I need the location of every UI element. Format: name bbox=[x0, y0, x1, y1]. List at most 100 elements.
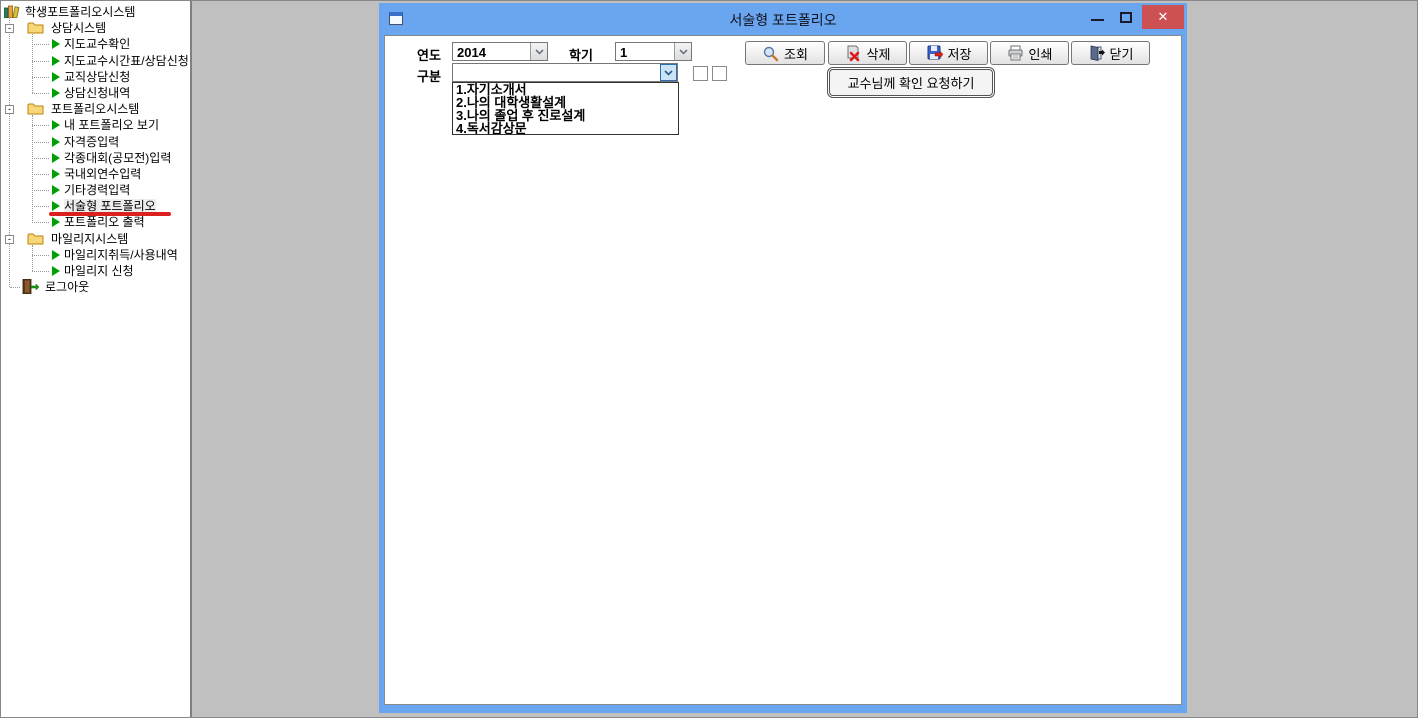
tree-guide-line bbox=[32, 44, 49, 45]
tree-item-label: 로그아웃 bbox=[45, 280, 89, 294]
tree-item-label: 교직상담신청 bbox=[64, 70, 130, 84]
expand-collapse-toggle[interactable]: - bbox=[5, 105, 14, 114]
tree-leaf-arrow-icon bbox=[52, 39, 60, 49]
tree-item-label: 마일리지 신청 bbox=[64, 264, 134, 278]
save-icon bbox=[926, 45, 943, 62]
save-button-label: 저장 bbox=[948, 44, 972, 63]
tree-guide-line bbox=[32, 222, 49, 223]
tree-item-label: 내 포트폴리오 보기 bbox=[64, 118, 159, 132]
folder-icon bbox=[27, 103, 44, 118]
tree-item-portfolio-print[interactable]: 포트폴리오 출력 bbox=[1, 214, 190, 230]
sidebar-tree: 학생포트폴리오시스템 - 상담시스템 지도교수확인 지도교수시간표/상담신청 교… bbox=[1, 1, 192, 717]
delete-button-label: 삭제 bbox=[867, 44, 891, 63]
desktop: 학생포트폴리오시스템 - 상담시스템 지도교수확인 지도교수시간표/상담신청 교… bbox=[0, 0, 1418, 718]
tree-item-label: 자격증입력 bbox=[64, 135, 119, 149]
tree-item-label: 포트폴리오시스템 bbox=[51, 102, 139, 116]
dropdown-option[interactable]: 4.독서감상문 bbox=[453, 122, 678, 135]
tree-item-counsel-request-history[interactable]: 상담신청내역 bbox=[1, 85, 190, 101]
tree-guide-line bbox=[32, 61, 49, 62]
window-content: 연도 학기 구분 2014 1 bbox=[384, 35, 1182, 705]
tree-item-label: 학생포트폴리오시스템 bbox=[25, 5, 135, 19]
tree-item-label: 상담신청내역 bbox=[64, 86, 130, 100]
year-select[interactable]: 2014 bbox=[452, 42, 548, 61]
category-select[interactable] bbox=[452, 63, 678, 82]
save-button[interactable]: 저장 bbox=[909, 41, 988, 65]
chevron-down-icon[interactable] bbox=[530, 43, 547, 60]
window-titlebar[interactable]: 서술형 포트폴리오 ✕ bbox=[379, 3, 1187, 35]
tree-leaf-arrow-icon bbox=[52, 72, 60, 82]
tree-leaf-arrow-icon bbox=[52, 169, 60, 179]
tree-guide-line bbox=[32, 206, 49, 207]
tree-item-label: 포트폴리오 출력 bbox=[64, 215, 145, 229]
semester-select[interactable]: 1 bbox=[615, 42, 692, 61]
semester-select-value: 1 bbox=[620, 45, 627, 60]
tree-guide-line bbox=[32, 174, 49, 175]
tree-folder-mileage-system[interactable]: - 마일리지시스템 bbox=[1, 231, 190, 247]
tree-item-logout[interactable]: 로그아웃 bbox=[1, 279, 190, 295]
print-button[interactable]: 인쇄 bbox=[990, 41, 1069, 65]
tree-guide-line bbox=[32, 93, 49, 94]
tree-leaf-arrow-icon bbox=[52, 120, 60, 130]
request-professor-confirm-label: 교수님께 확인 요청하기 bbox=[848, 76, 975, 91]
expand-collapse-toggle[interactable]: - bbox=[5, 24, 14, 33]
tree-guide-line bbox=[32, 158, 49, 159]
tree-leaf-arrow-icon bbox=[52, 266, 60, 276]
tree-item-contest-input[interactable]: 각종대회(공모전)입력 bbox=[1, 150, 190, 166]
tree-leaf-arrow-icon bbox=[52, 88, 60, 98]
tree-item-mileage-request[interactable]: 마일리지 신청 bbox=[1, 263, 190, 279]
tree-root-student-portfolio-system[interactable]: 학생포트폴리오시스템 bbox=[1, 4, 190, 20]
request-professor-confirm-button[interactable]: 교수님께 확인 요청하기 bbox=[829, 69, 993, 96]
tree-item-label: 각종대회(공모전)입력 bbox=[64, 151, 171, 165]
category-dropdown-list: 1.자기소개서 2.나의 대학생활설계 3.나의 졸업 후 진로설계 4.독서감… bbox=[452, 82, 679, 135]
tree-leaf-arrow-icon bbox=[52, 217, 60, 227]
checkbox-1[interactable] bbox=[693, 66, 708, 81]
folder-icon bbox=[27, 22, 44, 37]
semester-label: 학기 bbox=[569, 45, 593, 64]
close-window-button[interactable]: 닫기 bbox=[1071, 41, 1150, 65]
year-select-value: 2014 bbox=[457, 45, 486, 60]
chevron-down-icon[interactable] bbox=[674, 43, 691, 60]
search-button-label: 조회 bbox=[784, 44, 808, 63]
books-icon bbox=[4, 5, 22, 21]
tree-folder-portfolio-system[interactable]: - 포트폴리오시스템 bbox=[1, 101, 190, 117]
tree-guide-line bbox=[32, 125, 49, 126]
close-window-button-label: 닫기 bbox=[1110, 44, 1134, 63]
minimize-icon[interactable] bbox=[1091, 19, 1104, 21]
window-title: 서술형 포트폴리오 bbox=[379, 10, 1187, 30]
tree-item-descriptive-portfolio[interactable]: 서술형 포트폴리오 bbox=[1, 198, 190, 214]
tree-leaf-arrow-icon bbox=[52, 185, 60, 195]
portfolio-window: 서술형 포트폴리오 ✕ 연도 학기 구분 2014 1 bbox=[379, 3, 1187, 713]
tree-guide-line bbox=[32, 255, 49, 256]
print-button-label: 인쇄 bbox=[1029, 44, 1053, 63]
tree-guide-line bbox=[32, 77, 49, 78]
chevron-down-icon[interactable] bbox=[660, 64, 677, 81]
tree-leaf-arrow-icon bbox=[52, 56, 60, 66]
delete-icon bbox=[845, 45, 862, 62]
tree-item-label: 국내외연수입력 bbox=[64, 167, 141, 181]
logout-door-icon bbox=[21, 279, 39, 297]
search-icon bbox=[762, 45, 779, 62]
expand-collapse-toggle[interactable]: - bbox=[5, 235, 14, 244]
tree-item-label: 마일리지취득/사용내역 bbox=[64, 248, 178, 262]
tree-item-training-input[interactable]: 국내외연수입력 bbox=[1, 166, 190, 182]
tree-item-advisor-timetable-counsel[interactable]: 지도교수시간표/상담신청 bbox=[1, 53, 190, 69]
tree-item-teaching-counsel-request[interactable]: 교직상담신청 bbox=[1, 69, 190, 85]
tree-item-label: 지도교수확인 bbox=[64, 37, 130, 51]
tree-item-other-career-input[interactable]: 기타경력입력 bbox=[1, 182, 190, 198]
checkbox-2[interactable] bbox=[712, 66, 727, 81]
tree-guide-line bbox=[10, 287, 20, 288]
maximize-icon[interactable] bbox=[1120, 12, 1132, 23]
tree-item-label: 상담시스템 bbox=[51, 21, 106, 35]
tree-item-mileage-history[interactable]: 마일리지취득/사용내역 bbox=[1, 247, 190, 263]
tree-item-my-portfolio-view[interactable]: 내 포트폴리오 보기 bbox=[1, 117, 190, 133]
tree-folder-counseling-system[interactable]: - 상담시스템 bbox=[1, 20, 190, 36]
tree-item-certificate-input[interactable]: 자격증입력 bbox=[1, 134, 190, 150]
delete-button[interactable]: 삭제 bbox=[828, 41, 907, 65]
folder-icon bbox=[27, 233, 44, 248]
search-button[interactable]: 조회 bbox=[745, 41, 825, 65]
exit-door-icon bbox=[1088, 45, 1105, 62]
tree-leaf-arrow-icon bbox=[52, 153, 60, 163]
tree-item-advisor-check[interactable]: 지도교수확인 bbox=[1, 36, 190, 52]
category-label: 구분 bbox=[417, 66, 441, 85]
close-icon[interactable]: ✕ bbox=[1142, 5, 1184, 29]
